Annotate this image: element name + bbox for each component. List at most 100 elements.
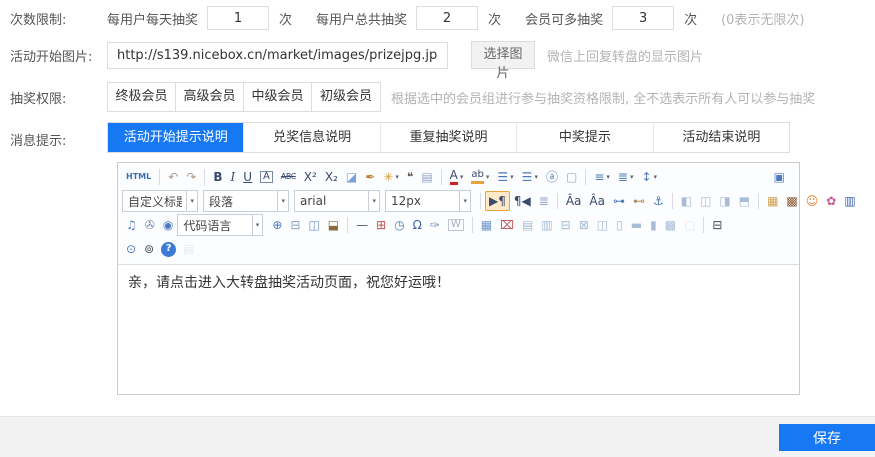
tab-repeat-draw[interactable]: 重复抽奖说明 [381,123,517,152]
blockquote-icon[interactable]: ❝ [403,167,417,187]
uppercase-icon[interactable]: Âa [562,191,586,211]
calendar-icon[interactable]: ⊞ [372,215,390,235]
font-size-select[interactable]: 12px▾ [385,190,471,212]
strikethrough-icon[interactable]: ABC [277,167,300,187]
chevron-down-icon: ▾ [460,174,464,181]
subscript-icon[interactable]: X₂ [321,167,342,187]
align-icon[interactable]: ≣▾ [614,167,638,187]
per-day-count-input[interactable] [207,6,269,30]
indent-icon[interactable]: ≡▾ [590,167,614,187]
member-senior-button[interactable]: 高级会员 [176,83,244,111]
chevron-down-icon: ▾ [654,174,658,181]
ltr-icon[interactable]: ▶¶ [485,191,510,211]
toolbar-row-3: ♫✇◉代码语言▾⊕⊟◫⬓—⊞◷Ω✑W▦⌧▤▥⊟⊠◫▯▬▮▩▢⊟ [122,213,795,237]
heading-select[interactable]: 自定义标题▾ [122,190,198,212]
rtl-icon[interactable]: ¶◀ [510,191,535,211]
embed-code-icon[interactable]: ⊕ [268,215,286,235]
undo-icon[interactable]: ↶ [164,167,182,187]
anchor-icon[interactable]: ⚓ [649,191,668,211]
underline-icon[interactable]: U [239,167,256,187]
print-icon[interactable]: ⊟ [708,215,726,235]
save-button[interactable]: 保存 [779,424,875,451]
code-language-select[interactable]: 代码语言▾ [177,214,263,236]
flash-icon[interactable]: ◉ [159,215,177,235]
image-url-input[interactable] [107,42,448,69]
help-icon[interactable]: ? [161,242,176,257]
ordered-list-icon[interactable]: ☰▾ [493,167,517,187]
remove-format-icon[interactable]: ◪ [342,167,361,187]
pagebreak-icon[interactable]: ⊟ [286,215,304,235]
tab-win-prompt[interactable]: 中奖提示 [517,123,653,152]
hr-icon[interactable]: — [352,215,372,235]
image-align-left-icon[interactable]: ◧ [677,191,696,211]
lowercase-icon[interactable]: Âa [585,191,609,211]
new-document-icon[interactable]: ▢ [562,167,581,187]
cell-split-icon[interactable]: ▯ [612,215,627,235]
tab-activity-start[interactable]: 活动开始提示说明 [108,123,244,152]
special-symbol-icon[interactable]: Ω [409,215,426,235]
font-color-icon[interactable]: A▾ [446,167,468,187]
row-delete-icon[interactable]: ⊟ [557,215,575,235]
paragraph-select[interactable]: 段落▾ [203,190,289,212]
paragraph-icon[interactable]: ≣ [535,191,553,211]
col-insert-icon[interactable]: ▥ [537,215,556,235]
table-icon[interactable]: ▦ [477,215,496,235]
choose-image-button[interactable]: 选择图片 [471,41,535,69]
editor-content[interactable]: 亲，请点击进入大转盘抽奖活动页面，祝您好运哦！ [118,265,799,394]
multi-image-icon[interactable]: ▩ [782,191,801,211]
anchor-name-icon[interactable]: ⓐ [542,167,562,187]
row-insert-icon[interactable]: ▤ [518,215,537,235]
member-junior-button[interactable]: 初级会员 [312,83,380,111]
paste-table-icon[interactable]: ▤ [417,167,436,187]
toolbar-separator [347,217,348,233]
image-align-center-icon[interactable]: ◫ [696,191,715,211]
find-replace-icon[interactable]: ⊚ [140,239,158,259]
col-span-icon[interactable]: ▮ [646,215,661,235]
col-delete-icon[interactable]: ⊠ [575,215,593,235]
member-ultimate-button[interactable]: 终极会员 [108,83,176,111]
member-extra-count-input[interactable] [612,6,674,30]
font-style-icon[interactable]: A [256,167,277,187]
music-icon[interactable]: ♫ [122,215,141,235]
paste-icon: ▤ [179,239,198,259]
attachment-icon[interactable]: ✇ [141,215,159,235]
fullscreen-icon[interactable]: ▣ [770,167,789,187]
clock-icon[interactable]: ◷ [390,215,408,235]
unordered-list-icon[interactable]: ☰▾ [518,167,542,187]
palette-icon[interactable]: ✿ [822,191,840,211]
table-props-icon[interactable]: ▩ [661,215,680,235]
media-icon[interactable]: ▥ [840,191,859,211]
unlink-icon[interactable]: ⊷ [629,191,649,211]
image-align-right-icon[interactable]: ◨ [715,191,734,211]
table-delete-icon[interactable]: ⌧ [496,215,518,235]
member-middle-button[interactable]: 中级会员 [244,83,312,111]
toolbar-row-1: HTML↶↷BIUAABCX²X₂◪✒✳▾❝▤A▾ab▾☰▾☰▾ⓐ▢≡▾≣▾↕▾… [122,165,795,189]
font-family-select[interactable]: arial▾ [294,190,380,212]
book-icon[interactable]: ⬓ [324,215,343,235]
superscript-icon[interactable]: X² [300,167,321,187]
highlight-color-icon[interactable]: ab▾ [467,167,493,187]
redo-icon[interactable]: ↷ [182,167,200,187]
source-code-icon[interactable]: HTML [122,167,155,187]
per-day-suffix: 次 [279,9,292,28]
image-align-top-icon[interactable]: ⬒ [735,191,754,211]
total-count-input[interactable] [416,6,478,30]
toolbar-separator [758,193,759,209]
toolbar-separator [703,217,704,233]
tab-activity-end[interactable]: 活动结束说明 [654,123,789,152]
cell-merge-icon[interactable]: ◫ [593,215,612,235]
bold-icon[interactable]: B [209,167,226,187]
tab-redeem-info[interactable]: 兑奖信息说明 [244,123,380,152]
quick-format-icon[interactable]: ✳▾ [379,167,403,187]
link-icon[interactable]: ⊶ [609,191,629,211]
italic-icon[interactable]: I [227,167,240,187]
line-height-icon[interactable]: ↕▾ [637,167,661,187]
format-brush-icon[interactable]: ✒ [361,167,379,187]
columns-icon[interactable]: ◫ [304,215,323,235]
emoticon-icon[interactable]: ☺ [802,191,823,211]
signature-icon[interactable]: ✑ [426,215,444,235]
row-span-icon[interactable]: ▬ [627,215,646,235]
image-icon[interactable]: ▦ [763,191,782,211]
chevron-down-icon: ▾ [630,174,634,181]
preview-icon[interactable]: ⊙ [122,239,140,259]
